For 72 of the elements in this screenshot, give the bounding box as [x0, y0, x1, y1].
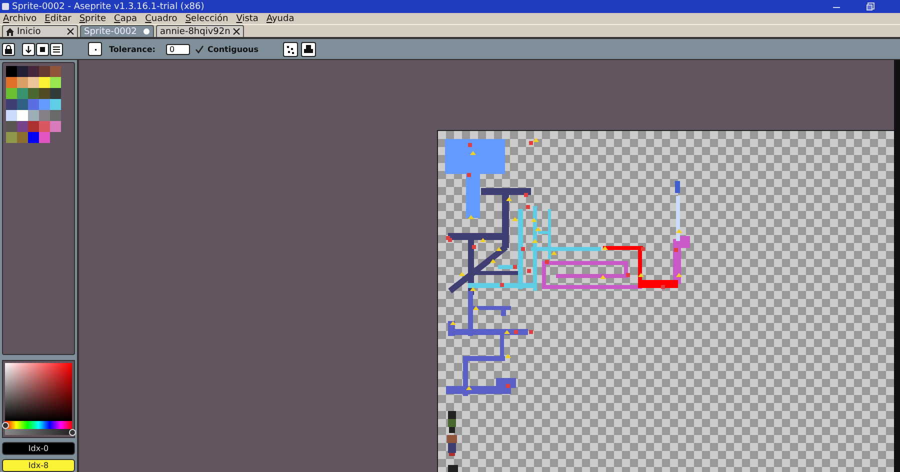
- color-swatch[interactable]: [39, 110, 50, 121]
- color-swatch[interactable]: [50, 66, 61, 77]
- slider-thumb[interactable]: [69, 429, 76, 436]
- hue-slider[interactable]: [5, 421, 72, 429]
- color-swatch[interactable]: [39, 66, 50, 77]
- contiguous-label: Contiguous: [207, 44, 258, 54]
- saturation-value-area[interactable]: [5, 362, 72, 421]
- color-swatch[interactable]: [28, 77, 39, 88]
- tolerance-field[interactable]: 0: [166, 44, 190, 54]
- menu-item[interactable]: Capa: [114, 14, 138, 24]
- square-icon[interactable]: [36, 42, 49, 56]
- menu-item[interactable]: Editar: [44, 14, 72, 24]
- color-swatch[interactable]: [39, 88, 50, 99]
- color-swatch[interactable]: [17, 66, 28, 77]
- color-swatch[interactable]: [50, 88, 61, 99]
- color-swatch[interactable]: [17, 99, 28, 110]
- color-swatch[interactable]: [50, 99, 61, 110]
- color-swatch[interactable]: [28, 88, 39, 99]
- color-swatch[interactable]: [17, 132, 28, 143]
- down-arrow-icon[interactable]: [22, 42, 35, 56]
- color-swatch[interactable]: [28, 66, 39, 77]
- close-icon[interactable]: [233, 28, 240, 35]
- menu-item[interactable]: Cuadro: [145, 14, 178, 24]
- menu-item[interactable]: Ayuda: [266, 14, 294, 24]
- scatter-icon[interactable]: [283, 42, 298, 56]
- lock-icon[interactable]: [2, 42, 15, 56]
- stamp-icon[interactable]: [301, 42, 316, 56]
- color-swatch[interactable]: [28, 99, 39, 110]
- tab[interactable]: Inicio: [2, 25, 78, 37]
- close-icon[interactable]: [67, 28, 74, 35]
- scrollbar[interactable]: [894, 60, 900, 472]
- menu-item[interactable]: Sprite: [79, 14, 106, 24]
- color-swatch[interactable]: [6, 99, 17, 110]
- tab-label[interactable]: Inicio: [17, 26, 64, 36]
- color-swatch[interactable]: [17, 88, 28, 99]
- menu-item[interactable]: Vista: [236, 14, 258, 24]
- color-swatch[interactable]: [39, 132, 50, 143]
- tolerance-label: Tolerance:: [109, 44, 156, 54]
- dot-icon[interactable]: [143, 28, 150, 35]
- home-icon[interactable]: [6, 28, 14, 36]
- color-swatch[interactable]: [17, 110, 28, 121]
- restore-icon[interactable]: [866, 2, 875, 11]
- color-swatch[interactable]: [17, 77, 28, 88]
- contiguous-checkbox[interactable]: [195, 44, 204, 54]
- color-swatch[interactable]: [28, 121, 39, 132]
- background-color-button[interactable]: Idx-8: [2, 459, 75, 472]
- color-swatch[interactable]: [6, 77, 17, 88]
- brush-point-icon[interactable]: [88, 42, 102, 56]
- tab-label[interactable]: annie-8hqiv92n: [160, 26, 230, 36]
- menu-item[interactable]: Archivo: [3, 14, 37, 24]
- menu-item[interactable]: Selección: [185, 14, 228, 24]
- color-swatch[interactable]: [39, 121, 50, 132]
- color-swatch[interactable]: [39, 77, 50, 88]
- foreground-color-button[interactable]: Idx-0: [2, 442, 75, 455]
- color-swatch[interactable]: [50, 110, 61, 121]
- color-swatch[interactable]: [39, 99, 50, 110]
- color-picker[interactable]: [2, 360, 75, 438]
- color-swatch[interactable]: [6, 110, 17, 121]
- color-swatch[interactable]: [6, 88, 17, 99]
- window-title: Sprite-0002 - Aseprite v1.3.16.1-trial (x86): [12, 2, 204, 12]
- color-swatch[interactable]: [6, 66, 17, 77]
- color-swatch[interactable]: [17, 121, 28, 132]
- color-swatch[interactable]: [6, 121, 17, 132]
- color-swatch[interactable]: [50, 121, 61, 132]
- app-logo-icon: [2, 3, 9, 10]
- color-swatch[interactable]: [6, 132, 17, 143]
- slider-thumb[interactable]: [2, 422, 9, 429]
- color-swatch[interactable]: [50, 77, 61, 88]
- color-swatch[interactable]: [28, 132, 39, 143]
- lines-icon[interactable]: [50, 42, 63, 56]
- tab[interactable]: annie-8hqiv92n: [156, 25, 244, 37]
- color-swatch[interactable]: [28, 110, 39, 121]
